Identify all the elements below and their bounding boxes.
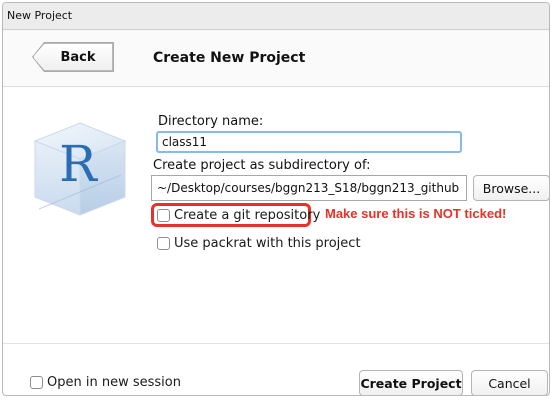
new-project-dialog: New Project Back Create New Project R Di…: [2, 2, 550, 396]
git-repository-option[interactable]: Create a git repository: [157, 208, 320, 223]
new-session-label: Open in new session: [47, 375, 181, 390]
window-title: New Project: [3, 3, 549, 30]
browse-button[interactable]: Browse...: [473, 175, 549, 201]
packrat-label: Use packrat with this project: [174, 236, 361, 251]
create-project-button[interactable]: Create Project: [359, 370, 463, 395]
git-warning-annotation: Make sure this is NOT ticked!: [325, 206, 507, 221]
cancel-button[interactable]: Cancel: [471, 370, 548, 395]
directory-name-input[interactable]: [156, 131, 462, 153]
subdirectory-path-field[interactable]: ~/Desktop/courses/bggn213_S18/bggn213_gi…: [151, 175, 467, 201]
back-button[interactable]: Back: [33, 43, 113, 71]
page-title: Create New Project: [153, 50, 306, 66]
new-session-option[interactable]: Open in new session: [30, 375, 181, 390]
new-session-checkbox[interactable]: [30, 376, 43, 389]
footer-divider: [3, 343, 549, 344]
dialog-header: Back Create New Project: [3, 30, 549, 87]
svg-text:R: R: [59, 135, 98, 193]
r-logo-icon: R: [33, 122, 127, 216]
git-repository-checkbox[interactable]: [157, 209, 170, 222]
subdirectory-label: Create project as subdirectory of:: [153, 158, 371, 173]
git-repository-label: Create a git repository: [174, 208, 321, 223]
packrat-option[interactable]: Use packrat with this project: [157, 236, 361, 251]
packrat-checkbox[interactable]: [157, 237, 170, 250]
directory-name-label: Directory name:: [158, 114, 264, 129]
